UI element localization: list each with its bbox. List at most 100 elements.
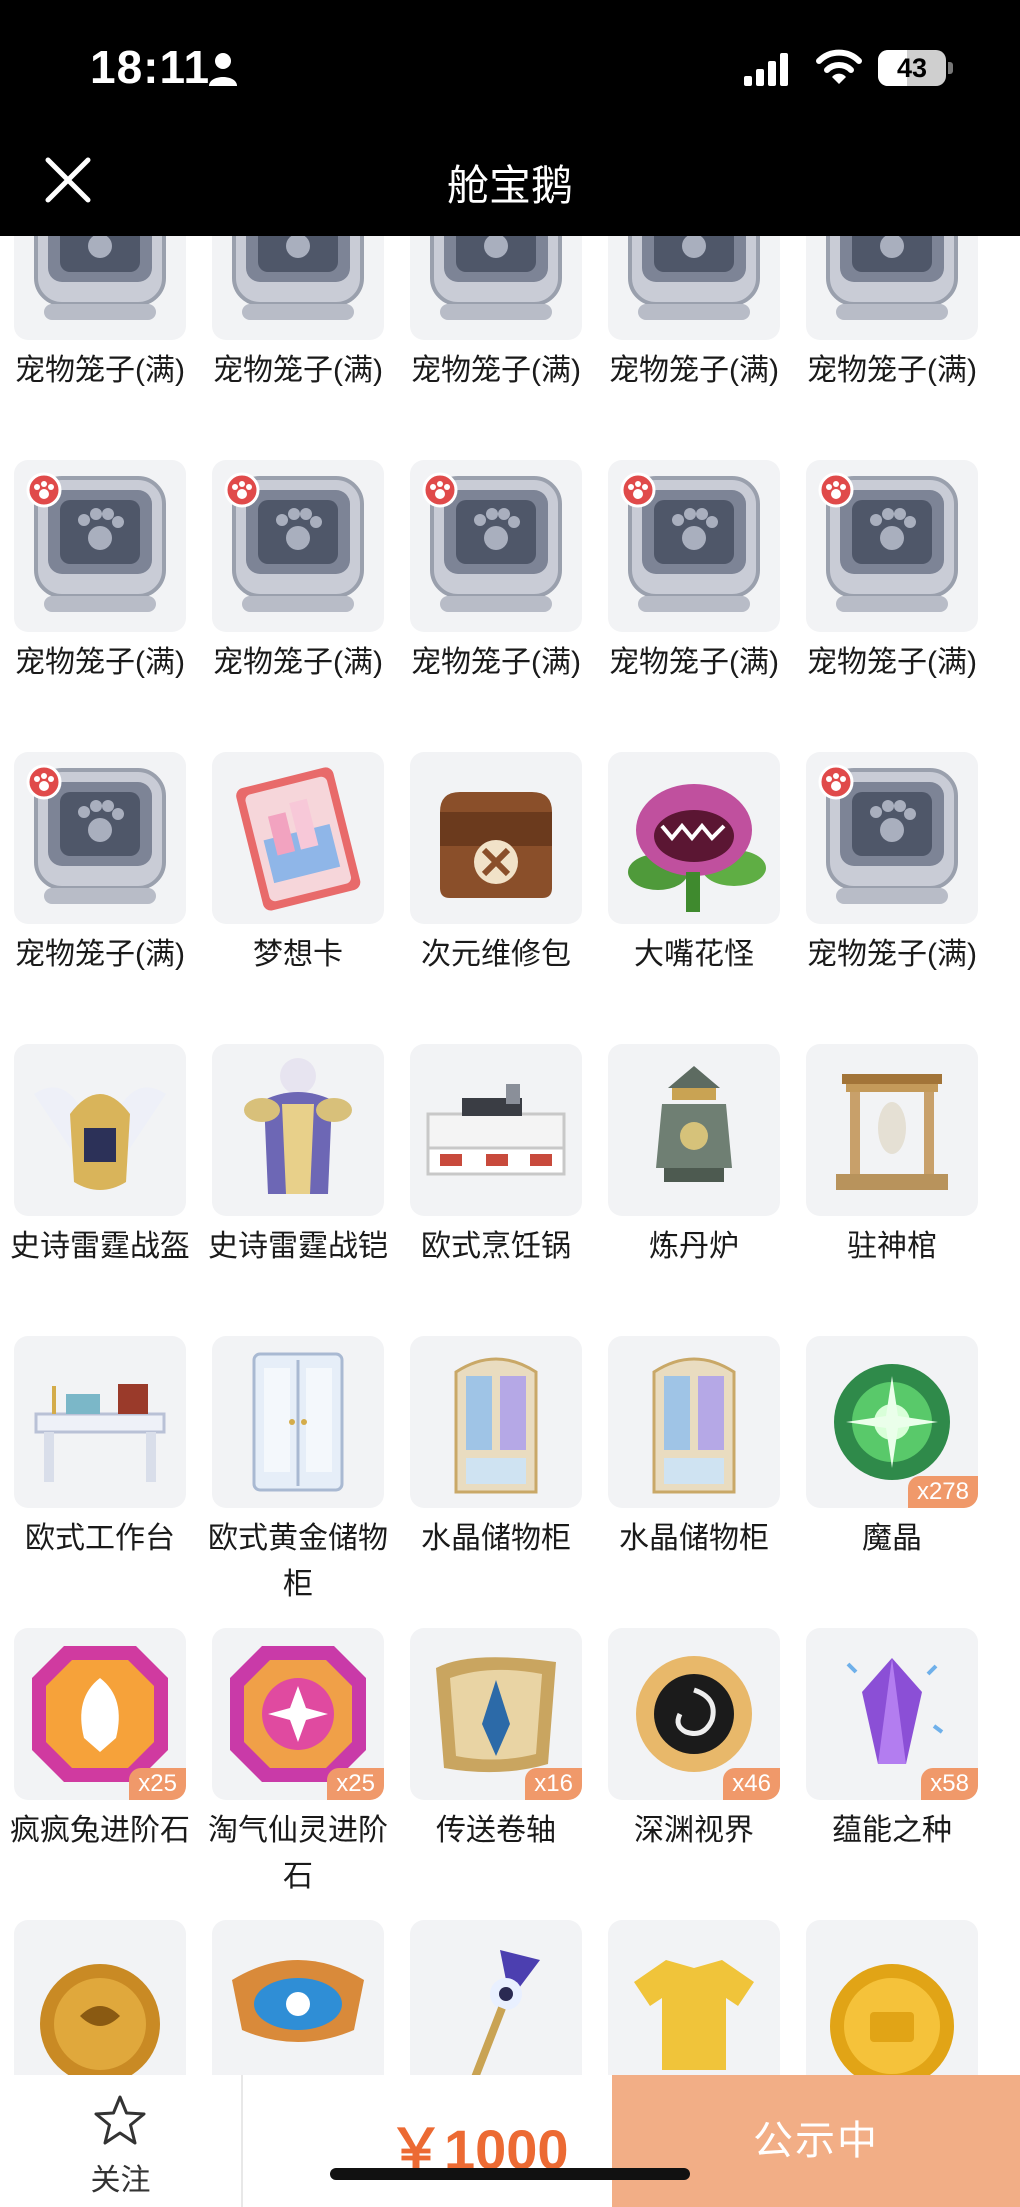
grid-item[interactable]: 史诗雷霆战铠 bbox=[199, 1044, 397, 1336]
item-name: 深渊视界 bbox=[634, 1814, 754, 1847]
item-image bbox=[212, 752, 384, 924]
helmet-icon bbox=[34, 1087, 166, 1190]
cage-icon bbox=[232, 236, 364, 320]
item-name: 宠物笼子(满) bbox=[609, 354, 779, 387]
shrine-icon bbox=[836, 1074, 948, 1190]
signal-icon bbox=[744, 53, 788, 86]
item-name: 史诗雷霆战盔 bbox=[10, 1230, 190, 1263]
item-image bbox=[212, 1336, 384, 1508]
item-image bbox=[608, 1920, 780, 2076]
grid-item[interactable]: x278 魔晶 bbox=[793, 1336, 991, 1628]
cage-badge-icon bbox=[818, 472, 958, 612]
item-name: 史诗雷霆战铠 bbox=[208, 1230, 388, 1263]
grid-item[interactable]: 宠物笼子(满) bbox=[595, 236, 793, 460]
item-name: 蕴能之种 bbox=[832, 1814, 952, 1847]
grid-item[interactable]: 宠物笼子(满) bbox=[1, 460, 199, 752]
item-image bbox=[410, 752, 582, 924]
cabinet-icon bbox=[454, 1357, 538, 1494]
item-image bbox=[410, 460, 582, 632]
grid-item[interactable]: 宠物笼子(满) bbox=[1, 236, 199, 460]
item-image bbox=[806, 460, 978, 632]
wifi-icon bbox=[816, 49, 862, 84]
item-name: 炼丹炉 bbox=[649, 1230, 739, 1263]
item-name: 宠物笼子(满) bbox=[15, 354, 185, 387]
grid-item[interactable]: 欧式工作台 bbox=[1, 1336, 199, 1628]
grid-item[interactable]: x58 蕴能之种 bbox=[793, 1628, 991, 1920]
item-image bbox=[212, 236, 384, 340]
grid-item[interactable]: 梦想卡 bbox=[199, 752, 397, 1044]
item-image bbox=[410, 1044, 582, 1216]
item-name: 宠物笼子(满) bbox=[807, 938, 977, 971]
item-image: x46 bbox=[608, 1628, 780, 1800]
battery-percent: 43 bbox=[896, 53, 928, 83]
coin-bronze-icon bbox=[40, 1964, 160, 2076]
grid-item[interactable] bbox=[595, 1920, 793, 2076]
item-name: 宠物笼子(满) bbox=[807, 646, 977, 679]
item-image bbox=[608, 752, 780, 924]
grid-item[interactable]: 次元维修包 bbox=[397, 752, 595, 1044]
grid-item[interactable]: x46 深渊视界 bbox=[595, 1628, 793, 1920]
battery-indicator: 43 bbox=[878, 50, 953, 86]
cage-badge-icon bbox=[620, 472, 760, 612]
grid-item[interactable]: 宠物笼子(满) bbox=[793, 752, 991, 1044]
cage-badge-icon bbox=[818, 764, 958, 904]
item-image bbox=[212, 1920, 384, 2076]
item-name: 淘气仙灵进阶石 bbox=[208, 1814, 388, 1893]
coin-gold-icon bbox=[830, 1964, 954, 2076]
item-image bbox=[410, 1920, 582, 2076]
item-name: 宠物笼子(满) bbox=[15, 938, 185, 971]
grid-item[interactable]: x16 传送卷轴 bbox=[397, 1628, 595, 1920]
item-image bbox=[608, 1336, 780, 1508]
item-name: 宠物笼子(满) bbox=[411, 646, 581, 679]
item-image bbox=[806, 1044, 978, 1216]
quantity-badge: x278 bbox=[907, 1476, 978, 1508]
desk-icon bbox=[34, 1384, 166, 1482]
grid-item[interactable]: x25 淘气仙灵进阶石 bbox=[199, 1628, 397, 1920]
grid-item[interactable]: 宠物笼子(满) bbox=[397, 460, 595, 752]
grid-item[interactable] bbox=[397, 1920, 595, 2076]
grid-item[interactable]: 宠物笼子(满) bbox=[793, 460, 991, 752]
item-name: 水晶储物柜 bbox=[421, 1522, 571, 1555]
grid-item[interactable]: x25 疯疯兔进阶石 bbox=[1, 1628, 199, 1920]
grid-item[interactable]: 欧式黄金储物柜 bbox=[199, 1336, 397, 1628]
cage-badge-icon bbox=[224, 472, 364, 612]
grid-item[interactable]: 驻神棺 bbox=[793, 1044, 991, 1336]
grid-item[interactable]: 宠物笼子(满) bbox=[1, 752, 199, 1044]
grid-item[interactable]: 大嘴花怪 bbox=[595, 752, 793, 1044]
grid-item[interactable]: 炼丹炉 bbox=[595, 1044, 793, 1336]
quantity-badge: x25 bbox=[327, 1768, 384, 1800]
person-icon bbox=[209, 53, 237, 86]
quantity-badge: x16 bbox=[525, 1768, 582, 1800]
grid-item[interactable]: 宠物笼子(满) bbox=[397, 236, 595, 460]
grid-item[interactable] bbox=[199, 1920, 397, 2076]
grid-item[interactable]: 史诗雷霆战盔 bbox=[1, 1044, 199, 1336]
staff-icon bbox=[471, 1950, 540, 2076]
grid-item[interactable]: 水晶储物柜 bbox=[397, 1336, 595, 1628]
grid-item[interactable]: 宠物笼子(满) bbox=[199, 460, 397, 752]
follow-button[interactable]: 关注 bbox=[0, 2075, 243, 2207]
grid-item[interactable]: 欧式烹饪锅 bbox=[397, 1044, 595, 1336]
item-name: 宠物笼子(满) bbox=[15, 646, 185, 679]
cage-badge-icon bbox=[422, 472, 562, 612]
item-image bbox=[14, 1336, 186, 1508]
grid-item[interactable]: 宠物笼子(满) bbox=[199, 236, 397, 460]
item-image: x25 bbox=[14, 1628, 186, 1800]
status-time: 18:11 bbox=[90, 41, 211, 93]
item-image bbox=[608, 1044, 780, 1216]
status-button[interactable]: 公示中 bbox=[612, 2075, 1020, 2207]
battery-body: 43 bbox=[878, 50, 946, 86]
item-name: 欧式黄金储物柜 bbox=[208, 1522, 388, 1601]
item-name: 大嘴花怪 bbox=[634, 938, 754, 971]
grid-item[interactable]: 宠物笼子(满) bbox=[595, 460, 793, 752]
battery-cap bbox=[948, 62, 953, 74]
item-name: 次元维修包 bbox=[421, 938, 571, 971]
grid-item[interactable] bbox=[793, 1920, 991, 2076]
item-name: 宠物笼子(满) bbox=[213, 354, 383, 387]
item-image bbox=[14, 236, 186, 340]
flower-icon bbox=[628, 784, 766, 912]
item-name: 梦想卡 bbox=[253, 938, 343, 971]
grid-item[interactable]: 水晶储物柜 bbox=[595, 1336, 793, 1628]
grid-item[interactable] bbox=[1, 1920, 199, 2076]
grid-item[interactable]: 宠物笼子(满) bbox=[793, 236, 991, 460]
item-image bbox=[608, 460, 780, 632]
